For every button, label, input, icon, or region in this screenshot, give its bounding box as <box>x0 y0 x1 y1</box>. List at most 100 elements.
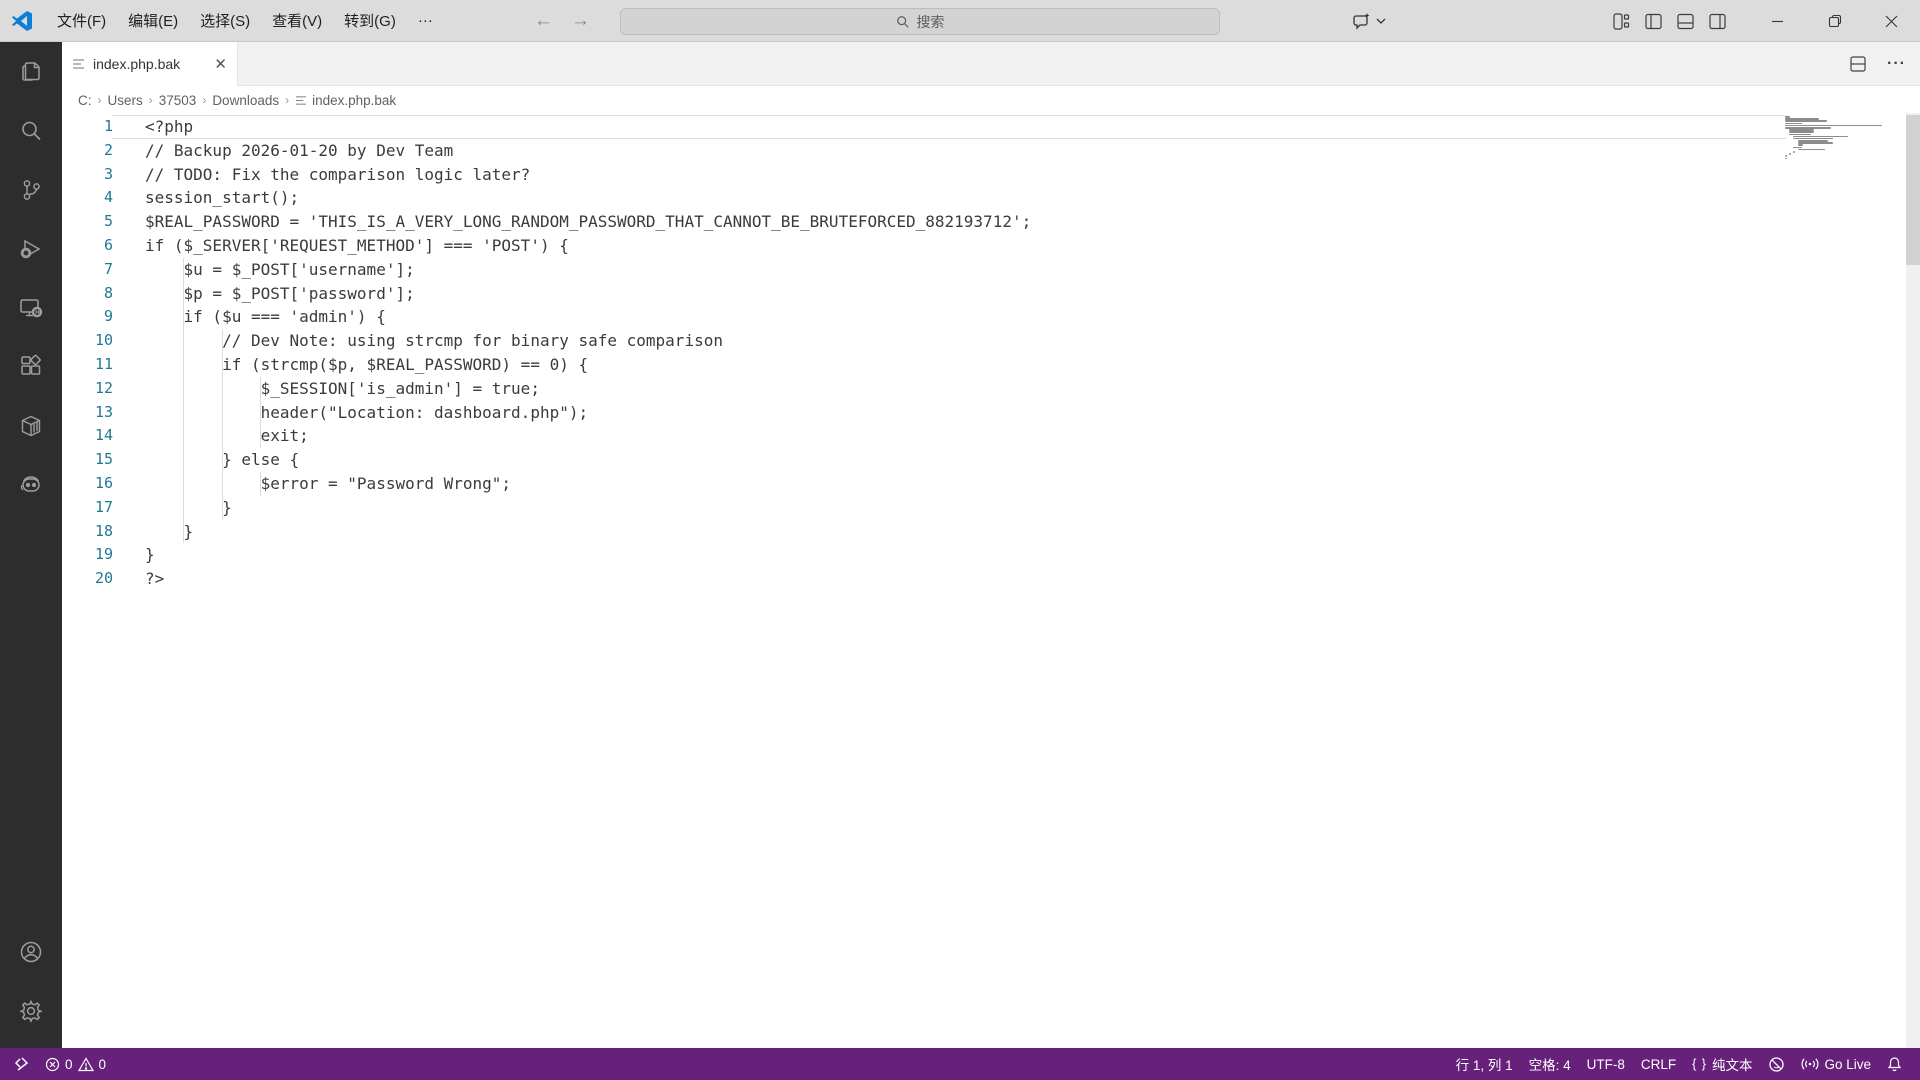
container-icon[interactable] <box>0 396 62 455</box>
minimap[interactable] <box>1785 116 1895 160</box>
remote-explorer-icon[interactable] <box>0 278 62 337</box>
code-text: if (strcmp($p, $REAL_PASSWORD) == 0) { <box>145 354 589 374</box>
nav-forward-icon[interactable]: → <box>571 10 590 32</box>
code-line[interactable]: 5 $REAL_PASSWORD = 'THIS_IS_A_VERY_LONG_R… <box>62 210 1920 234</box>
line-number[interactable]: 6 <box>62 234 113 258</box>
code-text: session_start(); <box>145 188 300 208</box>
code-line[interactable]: 7 $u = $_POST['username']; <box>62 257 1920 282</box>
code-line[interactable]: 16 $error = "Password Wrong"; <box>62 471 1920 496</box>
breadcrumb-item[interactable]: 37503 <box>159 93 197 108</box>
language-mode[interactable]: { } 纯文本 <box>1684 1048 1760 1080</box>
line-number[interactable]: 12 <box>62 377 113 401</box>
editor-more-actions[interactable]: ··· <box>1887 55 1906 73</box>
run-debug-icon[interactable] <box>0 219 62 278</box>
restore-button[interactable] <box>1806 0 1863 42</box>
minimap-line <box>1785 155 1787 157</box>
close-window-button[interactable] <box>1863 0 1920 42</box>
explorer-icon[interactable] <box>0 42 62 101</box>
code-line[interactable]: 11 if (strcmp($p, $REAL_PASSWORD) == 0) … <box>62 352 1920 377</box>
toggle-primary-sidebar-icon[interactable] <box>1644 12 1663 31</box>
line-number[interactable]: 4 <box>62 186 113 210</box>
code-text: $error = "Password Wrong"; <box>145 473 512 493</box>
line-number[interactable]: 13 <box>62 401 113 425</box>
code-line[interactable]: 15 } else { <box>62 448 1920 472</box>
line-number[interactable]: 9 <box>62 305 113 329</box>
line-number[interactable]: 16 <box>62 472 113 496</box>
code-line[interactable]: 20 ?> <box>62 567 1920 591</box>
account-icon[interactable] <box>0 922 62 981</box>
settings-gear-icon[interactable] <box>0 981 62 1040</box>
line-number[interactable]: 15 <box>62 448 113 472</box>
menu-item[interactable]: ··· <box>407 0 444 42</box>
line-number[interactable]: 10 <box>62 329 113 353</box>
indentation[interactable]: 空格: 4 <box>1521 1048 1579 1080</box>
code-line[interactable]: 14 exit; <box>62 424 1920 449</box>
code-editor[interactable]: 1 <?php 2 // Backup 2026-01-20 by Dev Team 3… <box>62 113 1920 1048</box>
breadcrumb-item[interactable]: Users <box>108 93 143 108</box>
code-line[interactable]: 19} <box>62 543 1920 567</box>
encoding[interactable]: UTF-8 <box>1579 1048 1633 1080</box>
toggle-secondary-sidebar-icon[interactable] <box>1708 12 1727 31</box>
line-number[interactable]: 20 <box>62 567 113 591</box>
minimize-button[interactable] <box>1749 0 1806 42</box>
minimap-line <box>1797 144 1803 147</box>
line-number[interactable]: 17 <box>62 496 113 520</box>
extension-disabled-indicator[interactable] <box>1760 1048 1793 1080</box>
problems-indicator[interactable]: 0 0 <box>37 1048 114 1080</box>
nav-back-icon[interactable]: ← <box>534 10 553 32</box>
code-line[interactable]: 8 $p = $_POST['password']; <box>62 281 1920 306</box>
tab-close-icon[interactable]: ✕ <box>214 55 227 73</box>
breadcrumb-file[interactable]: index.php.bak <box>295 93 396 108</box>
line-number[interactable]: 2 <box>62 139 113 163</box>
code-line[interactable]: 3 // TODO: Fix the comparison logic later… <box>62 163 1920 187</box>
breadcrumb-separator: › <box>202 93 207 107</box>
line-number[interactable]: 5 <box>62 210 113 234</box>
code-line[interactable]: 17 } <box>62 495 1920 520</box>
code-line[interactable]: 4 session_start(); <box>62 186 1920 210</box>
menu-item[interactable]: 选择(S) <box>189 0 261 42</box>
code-line[interactable]: 13 header("Location: dashboard.php"); <box>62 400 1920 425</box>
command-center-search[interactable]: 搜索 <box>620 8 1220 35</box>
customize-layout-icon[interactable] <box>1612 12 1631 31</box>
code-text: $u = $_POST['username']; <box>145 259 415 279</box>
breadcrumb-item[interactable]: C: <box>78 93 92 108</box>
code-line[interactable]: 2 // Backup 2026-01-20 by Dev Team <box>62 139 1920 163</box>
warnings-icon <box>77 1056 94 1071</box>
scrollbar-slider[interactable] <box>1906 115 1920 265</box>
menu-item[interactable]: 编辑(E) <box>117 0 189 42</box>
code-line[interactable]: 10 // Dev Note: using strcmp for binary … <box>62 329 1920 353</box>
code-line[interactable]: 1 <?php <box>62 115 1920 139</box>
line-number[interactable]: 11 <box>62 353 113 377</box>
line-number[interactable]: 8 <box>62 282 113 306</box>
line-number[interactable]: 3 <box>62 163 113 187</box>
search-icon[interactable] <box>0 101 62 160</box>
source-control-icon[interactable] <box>0 160 62 219</box>
menu-item[interactable]: 查看(V) <box>261 0 333 42</box>
toggle-panel-icon[interactable] <box>1676 12 1695 31</box>
line-number[interactable]: 18 <box>62 520 113 544</box>
editor-scrollbar[interactable] <box>1906 113 1920 1048</box>
robot-icon[interactable] <box>0 455 62 514</box>
line-number[interactable]: 14 <box>62 424 113 448</box>
tab-index-php-bak[interactable]: index.php.bak ✕ <box>62 42 238 86</box>
line-number[interactable]: 1 <box>62 115 113 139</box>
breadcrumb-item[interactable]: Downloads <box>212 93 279 108</box>
menu-item[interactable]: 转到(G) <box>333 0 407 42</box>
line-number[interactable]: 7 <box>62 258 113 282</box>
remote-indicator[interactable] <box>6 1048 37 1080</box>
go-live-button[interactable]: Go Live <box>1793 1048 1879 1080</box>
line-number[interactable]: 19 <box>62 543 113 567</box>
eol-sequence[interactable]: CRLF <box>1633 1048 1684 1080</box>
cursor-position[interactable]: 行 1, 列 1 <box>1448 1048 1521 1080</box>
code-line[interactable]: 12 $_SESSION['is_admin'] = true; <box>62 376 1920 401</box>
file-icon <box>73 59 84 69</box>
extensions-icon[interactable] <box>0 337 62 396</box>
copilot-button[interactable] <box>1352 0 1386 42</box>
split-editor-icon[interactable] <box>1849 55 1867 73</box>
breadcrumb[interactable]: C: › Users › 37503 › Downloads › index.php.bak <box>62 87 1920 113</box>
menu-item[interactable]: 文件(F) <box>46 0 117 42</box>
code-line[interactable]: 9 if ($u === 'admin') { <box>62 305 1920 330</box>
code-line[interactable]: 18 } <box>62 519 1920 544</box>
notifications-button[interactable] <box>1879 1048 1910 1080</box>
code-line[interactable]: 6 if ($_SERVER['REQUEST_METHOD'] === 'POS… <box>62 234 1920 258</box>
